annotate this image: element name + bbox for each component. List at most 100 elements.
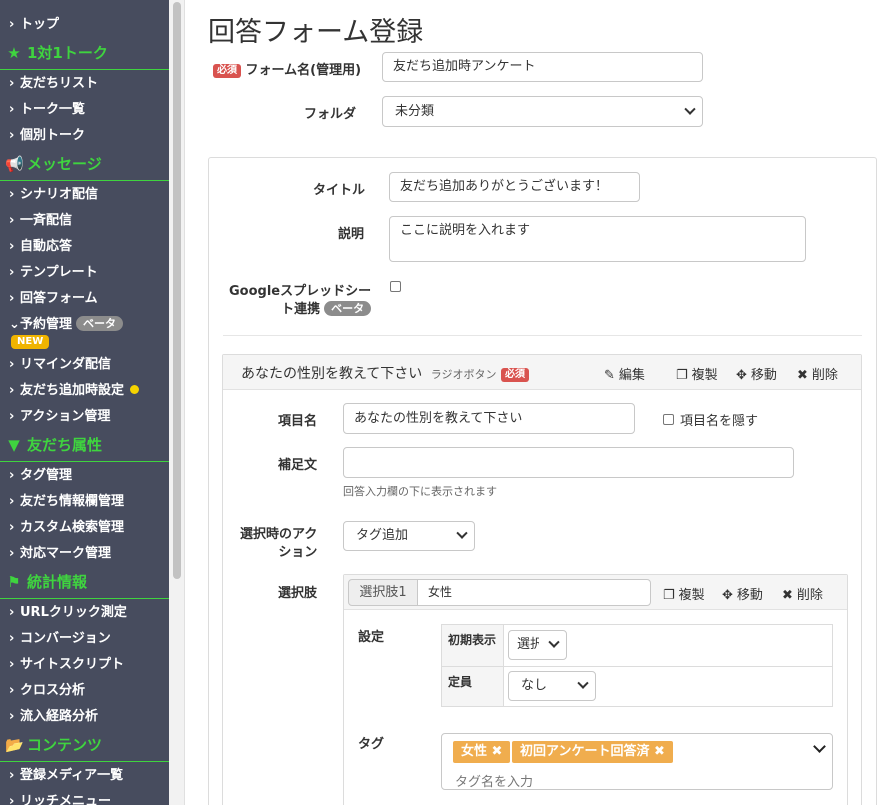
sidebar-item-16[interactable]: › タグ管理: [0, 463, 169, 489]
sidebar-item-label: 友だちリスト: [20, 76, 99, 91]
sidebar-item-19[interactable]: › 対応マーク管理: [0, 541, 169, 567]
sidebar-item-7[interactable]: › 一斉配信: [0, 208, 169, 234]
sidebar-item-24[interactable]: › クロス分析: [0, 678, 169, 704]
hide-item-name-checkbox[interactable]: [663, 414, 674, 425]
sidebar-section-label: 統計情報: [27, 573, 88, 591]
required-badge: 必須: [213, 64, 241, 78]
sidebar: › トップ ★ 1対1トーク › 友だちリスト › トーク一覧 › 個別トーク 📢 メッセージ › シナリ…: [0, 0, 169, 805]
initial-display-label: 初期表示: [441, 624, 504, 667]
sidebar-item-label: リッチメニュー: [20, 794, 112, 805]
tag-selector[interactable]: 女性 ✖ 初回アンケート回答済 ✖ タグ名を入力: [441, 733, 833, 790]
chevron-right-icon: ›: [9, 265, 15, 280]
close-icon: ✖: [797, 368, 808, 383]
option-value-input[interactable]: 女性: [417, 579, 651, 606]
sidebar-section-15[interactable]: ▼ 友だち属性: [0, 430, 169, 462]
divider: [223, 335, 862, 336]
hide-item-name-label: 項目名を隠す: [680, 414, 759, 429]
sidebar-scrollbar[interactable]: [169, 0, 185, 805]
sidebar-item-23[interactable]: › サイトスクリプト: [0, 652, 169, 678]
chevron-right-icon: ›: [9, 794, 15, 805]
filter-icon: ▼: [8, 436, 20, 454]
supplement-input[interactable]: [343, 447, 794, 478]
sidebar-item-3[interactable]: › トーク一覧: [0, 97, 169, 123]
sidebar-nav: › トップ ★ 1対1トーク › 友だちリスト › トーク一覧 › 個別トーク 📢 メッセージ › シナリ…: [0, 12, 169, 805]
chevron-right-icon: ›: [9, 605, 15, 620]
move-button[interactable]: ✥ 移動: [736, 364, 777, 383]
delete-button[interactable]: ✖ 削除: [797, 364, 838, 383]
sidebar-item-4[interactable]: › 個別トーク: [0, 123, 169, 149]
chevron-down-icon: [456, 527, 468, 539]
option-number-addon: 選択肢1: [348, 579, 418, 606]
tag-chip[interactable]: 女性 ✖: [453, 741, 511, 763]
chevron-right-icon: ›: [9, 683, 15, 698]
chevron-right-icon: ›: [9, 102, 15, 117]
form-name-input[interactable]: 友だち追加時アンケート: [382, 52, 703, 82]
chevron-right-icon: ›: [9, 291, 15, 306]
notification-dot: [130, 385, 140, 394]
option-copy-button[interactable]: ❐ 複製: [663, 584, 705, 603]
sidebar-section-26[interactable]: 📂 コンテンツ: [0, 730, 169, 762]
copy-button[interactable]: ❐ 複製: [676, 364, 718, 383]
sidebar-item-17[interactable]: › 友だち情報欄管理: [0, 489, 169, 515]
chevron-right-icon: ›: [9, 357, 15, 372]
sidebar-item-label: 流入経路分析: [20, 709, 99, 724]
sidebar-item-21[interactable]: › URLクリック測定: [0, 600, 169, 626]
option-delete-button[interactable]: ✖ 削除: [782, 584, 823, 603]
chevron-right-icon: ›: [9, 409, 15, 424]
initial-display-select[interactable]: 選択: [508, 630, 567, 660]
sidebar-item-10[interactable]: › 回答フォーム: [0, 286, 169, 312]
sidebar-item-label: トップ: [20, 17, 60, 32]
sidebar-item-25[interactable]: › 流入経路分析: [0, 704, 169, 730]
chevron-right-icon: ›: [9, 187, 15, 202]
sidebar-item-8[interactable]: › 自動応答: [0, 234, 169, 260]
sidebar-item-label: タグ管理: [20, 468, 73, 483]
option-move-button[interactable]: ✥ 移動: [722, 584, 763, 603]
action-select[interactable]: タグ追加: [343, 521, 475, 551]
description-textarea[interactable]: ここに説明を入れます: [389, 216, 806, 262]
sidebar-item-0[interactable]: › トップ: [0, 12, 169, 38]
sidebar-item-28[interactable]: › リッチメニュー: [0, 789, 169, 805]
close-icon: ✖: [782, 588, 793, 603]
folder-select[interactable]: 未分類: [382, 96, 703, 127]
capacity-label: 定員: [441, 666, 504, 707]
sidebar-item-label: コンバージョン: [20, 631, 111, 646]
move-icon: ✥: [736, 368, 747, 383]
tag-chip[interactable]: 初回アンケート回答済 ✖: [512, 741, 673, 763]
tag-search-input[interactable]: タグ名を入力: [455, 771, 533, 790]
sidebar-item-12[interactable]: › リマインダ配信: [0, 352, 169, 378]
chevron-down-icon: [548, 636, 560, 648]
beta-badge: ベータ: [324, 301, 372, 316]
sidebar-item-22[interactable]: › コンバージョン: [0, 626, 169, 652]
sidebar-section-label: 1対1トーク: [27, 44, 108, 62]
chevron-right-icon: ›: [9, 546, 15, 561]
sidebar-section-20[interactable]: ⚑ 統計情報: [0, 567, 169, 599]
chevron-right-icon: ›: [9, 128, 15, 143]
sidebar-item-27[interactable]: › 登録メディア一覧: [0, 763, 169, 789]
sidebar-item-label: クロス分析: [20, 683, 86, 698]
chevron-right-icon: ›: [9, 494, 15, 509]
sidebar-item-18[interactable]: › カスタム検索管理: [0, 515, 169, 541]
sidebar-item-label: 一斉配信: [20, 213, 73, 228]
chevron-down-icon[interactable]: [813, 740, 826, 753]
sidebar-item-label: リマインダ配信: [20, 357, 112, 372]
sidebar-item-label: 友だち追加時設定: [20, 383, 125, 398]
sidebar-item-label: シナリオ配信: [20, 187, 99, 202]
sidebar-item-13[interactable]: › 友だち追加時設定: [0, 378, 169, 404]
scrollbar-thumb[interactable]: [173, 2, 181, 579]
item-name-input[interactable]: あなたの性別を教えて下さい: [343, 403, 635, 434]
sidebar-item-label: 個別トーク: [20, 128, 86, 143]
sidebar-section-5[interactable]: 📢 メッセージ: [0, 149, 169, 181]
sidebar-item-label: 予約管理: [20, 317, 73, 332]
sidebar-section-1[interactable]: ★ 1対1トーク: [0, 38, 169, 70]
edit-button[interactable]: ✎ 編集: [604, 364, 645, 383]
capacity-select[interactable]: なし: [508, 671, 596, 701]
sidebar-item-14[interactable]: › アクション管理: [0, 404, 169, 430]
supplement-help-text: 回答入力欄の下に表示されます: [343, 485, 497, 498]
question-header-title: あなたの性別を教えて下さい ラジオボタン 必須: [241, 363, 529, 383]
title-input[interactable]: 友だち追加ありがとうございます！: [389, 172, 640, 202]
sidebar-item-9[interactable]: › テンプレート: [0, 260, 169, 286]
folder-icon: 📂: [5, 736, 24, 754]
sidebar-item-6[interactable]: › シナリオ配信: [0, 182, 169, 208]
sidebar-item-2[interactable]: › 友だちリスト: [0, 71, 169, 97]
google-sheets-checkbox[interactable]: [390, 281, 401, 292]
